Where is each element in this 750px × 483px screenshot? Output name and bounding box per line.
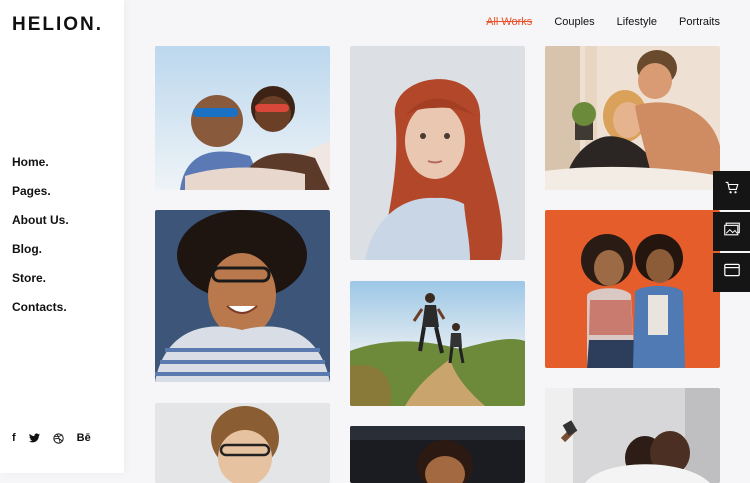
social-links: f Bē xyxy=(12,432,91,444)
filter-all-works[interactable]: All Works xyxy=(486,16,532,28)
main-nav: Home. Pages. About Us. Blog. Store. Cont… xyxy=(12,152,69,326)
photo-smiling-woman-glasses[interactable] xyxy=(155,210,330,382)
nav-item-contacts[interactable]: Contacts. xyxy=(12,297,69,326)
filter-lifestyle[interactable]: Lifestyle xyxy=(617,16,657,28)
photo-selfie-bottom[interactable] xyxy=(545,388,720,483)
portfolio-filters: All Works Couples Lifestyle Portraits xyxy=(486,16,720,28)
sidebar: HELION. Home. Pages. About Us. Blog. Sto… xyxy=(0,0,124,473)
nav-item-about-us[interactable]: About Us. xyxy=(12,210,69,239)
facebook-icon[interactable]: f xyxy=(12,432,16,444)
nav-item-store[interactable]: Store. xyxy=(12,268,69,297)
window-button[interactable] xyxy=(713,253,750,292)
photo-two-women-orange[interactable] xyxy=(545,210,720,368)
cart-button[interactable] xyxy=(713,171,750,210)
photo-couple-on-bed[interactable] xyxy=(545,46,720,190)
gallery-button[interactable] xyxy=(713,212,750,251)
gallery-icon xyxy=(723,222,740,241)
dribbble-icon[interactable] xyxy=(53,432,64,444)
site-logo[interactable]: HELION. xyxy=(12,14,103,36)
filter-couples[interactable]: Couples xyxy=(554,16,594,28)
window-icon xyxy=(723,263,740,282)
cart-icon xyxy=(725,181,739,200)
nav-item-pages[interactable]: Pages. xyxy=(12,181,69,210)
nav-item-home[interactable]: Home. xyxy=(12,152,69,181)
photo-dark-portrait-bottom[interactable] xyxy=(350,426,525,483)
photo-woman-glasses-bottom[interactable] xyxy=(155,403,330,483)
floating-tools xyxy=(713,171,750,294)
photo-laughing-couple[interactable] xyxy=(155,46,330,190)
photo-red-haired-woman[interactable] xyxy=(350,46,525,260)
filter-portraits[interactable]: Portraits xyxy=(679,16,720,28)
behance-icon[interactable]: Bē xyxy=(77,432,91,444)
twitter-icon[interactable] xyxy=(28,433,40,443)
nav-item-blog[interactable]: Blog. xyxy=(12,239,69,268)
photo-runners-trail[interactable] xyxy=(350,281,525,406)
